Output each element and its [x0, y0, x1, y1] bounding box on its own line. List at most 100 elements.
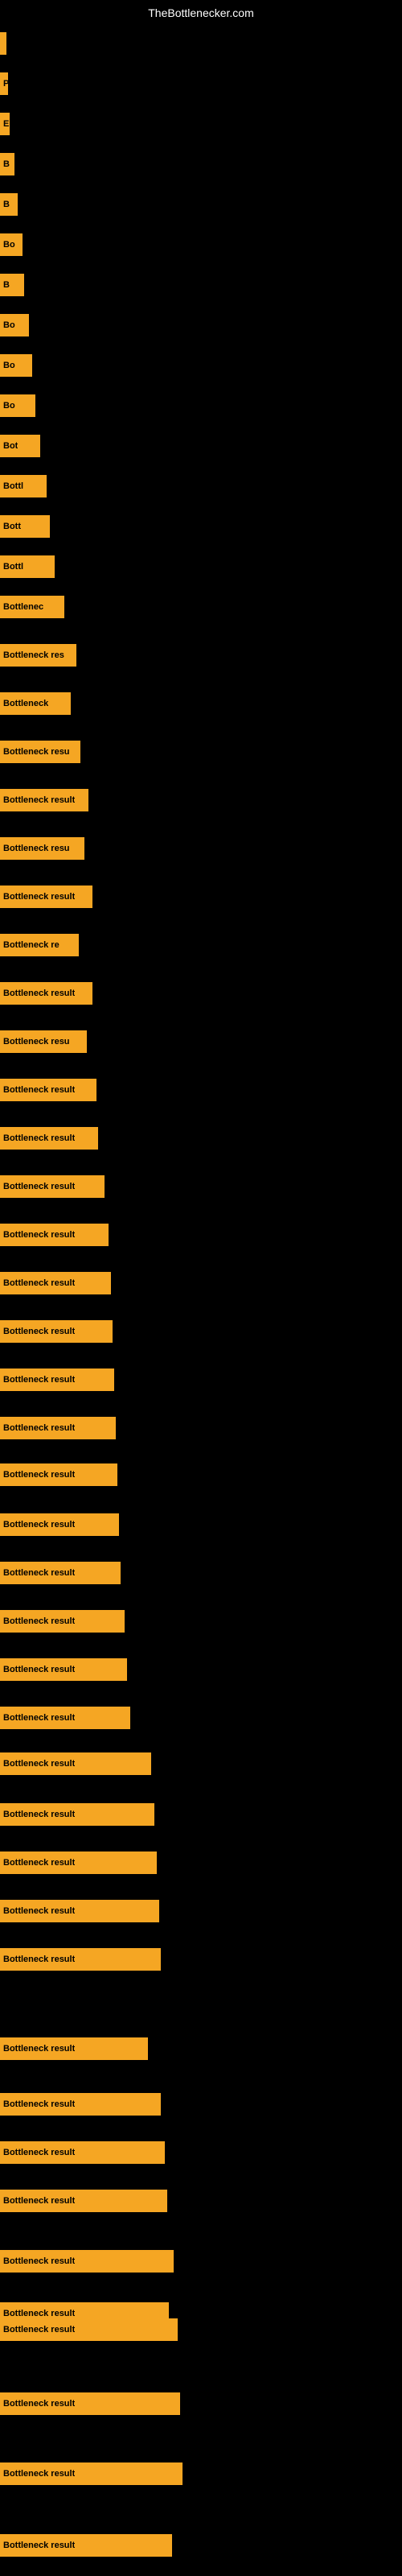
bar-label: Bottleneck result	[3, 2099, 75, 2109]
site-title: TheBottlenecker.com	[148, 6, 254, 19]
bar-item: Bottleneck re	[0, 934, 79, 956]
bar-label: Bottleneck result	[3, 1616, 75, 1626]
bar-item: Bottleneck result	[0, 2141, 165, 2164]
bar-item: Bo	[0, 354, 32, 377]
bar-label: Bo	[3, 401, 15, 411]
bar-label: Bo	[3, 361, 15, 370]
bar-item: Bo	[0, 394, 35, 417]
bar-item: Bottleneck result	[0, 1852, 157, 1874]
bar-label: Bottl	[3, 562, 23, 572]
bar-item: Bottleneck res	[0, 644, 76, 667]
bar-label: Bottleneck result	[3, 795, 75, 805]
bar-label: Bottleneck resu	[3, 747, 70, 757]
bar-item: P	[0, 72, 8, 95]
bar-label: Bottleneck	[3, 699, 48, 708]
bar-label: Bo	[3, 320, 15, 330]
bar-item: Bottleneck result	[0, 1079, 96, 1101]
bar-item: Bottleneck result	[0, 1175, 105, 1198]
bar-label: Bottleneck result	[3, 1230, 75, 1240]
bar-item: B	[0, 193, 18, 216]
bar-label: Bottleneck result	[3, 1568, 75, 1578]
bar-label: Bottleneck result	[3, 1423, 75, 1433]
bar-label: Bot	[3, 441, 18, 451]
bar-item: Bottleneck result	[0, 886, 92, 908]
bar-item: Bottleneck result	[0, 1320, 113, 1343]
bar-label: Bott	[3, 522, 21, 531]
bar-item: Bottleneck result	[0, 1803, 154, 1826]
bar-item: Bottleneck result	[0, 2093, 161, 2116]
bar-item: Bottleneck result	[0, 1707, 130, 1729]
bar-label: Bottleneck result	[3, 1327, 75, 1336]
bar-item: Bottleneck result	[0, 1752, 151, 1775]
bar-label: Bottleneck result	[3, 1278, 75, 1288]
bar-label: Bottleneck result	[3, 1085, 75, 1095]
bar-item: Bottleneck result	[0, 1417, 116, 1439]
bar-item: E	[0, 113, 10, 135]
bar-item: Bottl	[0, 555, 55, 578]
bar-item: Bottleneck result	[0, 1562, 121, 1584]
bar-label: Bottleneck result	[3, 1520, 75, 1530]
bar-label: Bottleneck result	[3, 1810, 75, 1819]
bar-item: Bottleneck result	[0, 1658, 127, 1681]
bar-label: Bottleneck result	[3, 1858, 75, 1868]
bar-label: Bottleneck result	[3, 2044, 75, 2054]
bar-label: B	[3, 159, 10, 169]
bar-item	[0, 32, 6, 55]
bar-label: Bottleneck result	[3, 1470, 75, 1480]
bar-item: Bottleneck result	[0, 1368, 114, 1391]
bar-item: Bottleneck result	[0, 1127, 98, 1150]
bar-item: Bo	[0, 233, 23, 256]
bar-label: B	[3, 200, 10, 209]
bar-label: Bottleneck result	[3, 1665, 75, 1674]
bar-item: Bottleneck result	[0, 2534, 172, 2557]
bar-item: Bottleneck result	[0, 1900, 159, 1922]
bar-label: Bottleneck result	[3, 1133, 75, 1143]
bar-label: Bottleneck result	[3, 2399, 75, 2409]
bar-label: Bottleneck resu	[3, 1037, 70, 1046]
bar-label: Bottleneck result	[3, 1955, 75, 1964]
bar-label: E	[3, 119, 9, 129]
bar-label: Bottleneck result	[3, 1182, 75, 1191]
bar-label: Bottleneck re	[3, 940, 59, 950]
bar-item: Bottleneck result	[0, 982, 92, 1005]
bar-item: Bottleneck result	[0, 1513, 119, 1536]
bar-item: Bottleneck result	[0, 1948, 161, 1971]
bar-item: B	[0, 153, 14, 175]
bar-item: Bot	[0, 435, 40, 457]
bar-item: Bottlenec	[0, 596, 64, 618]
bar-label: Bottleneck result	[3, 1375, 75, 1385]
bar-item: Bottleneck resu	[0, 1030, 87, 1053]
bar-label: P	[3, 79, 8, 89]
bar-item: Bottleneck resu	[0, 741, 80, 763]
bar-item: Bottleneck result	[0, 1463, 117, 1486]
bar-label: Bottleneck result	[3, 2309, 75, 2318]
bar-item: Bottleneck result	[0, 2462, 183, 2485]
bar-item: Bottleneck	[0, 692, 71, 715]
bar-item: Bottleneck result	[0, 2318, 178, 2341]
bar-item: B	[0, 274, 24, 296]
bar-item: Bottleneck result	[0, 789, 88, 811]
bar-item: Bottleneck result	[0, 2190, 167, 2212]
bar-label: Bottl	[3, 481, 23, 491]
bar-item: Bottleneck result	[0, 1610, 125, 1633]
bar-label: Bottleneck result	[3, 892, 75, 902]
bar-item: Bott	[0, 515, 50, 538]
bar-label: Bottleneck result	[3, 989, 75, 998]
bar-label: B	[3, 280, 10, 290]
bar-label: Bottleneck result	[3, 2325, 75, 2334]
bar-label: Bottleneck result	[3, 2469, 75, 2479]
bar-label: Bottleneck result	[3, 2148, 75, 2157]
bar-label: Bottlenec	[3, 602, 43, 612]
bar-item: Bottleneck result	[0, 1224, 109, 1246]
bar-item: Bottl	[0, 475, 47, 497]
bar-label: Bottleneck result	[3, 1906, 75, 1916]
bar-label: Bottleneck result	[3, 2196, 75, 2206]
bar-item: Bottleneck result	[0, 2392, 180, 2415]
bar-item: Bottleneck result	[0, 2250, 174, 2273]
bar-label: Bottleneck resu	[3, 844, 70, 853]
bar-label: Bo	[3, 240, 15, 250]
bar-item: Bo	[0, 314, 29, 336]
bar-label: Bottleneck result	[3, 1759, 75, 1769]
bar-item: Bottleneck resu	[0, 837, 84, 860]
bar-item: Bottleneck result	[0, 2037, 148, 2060]
